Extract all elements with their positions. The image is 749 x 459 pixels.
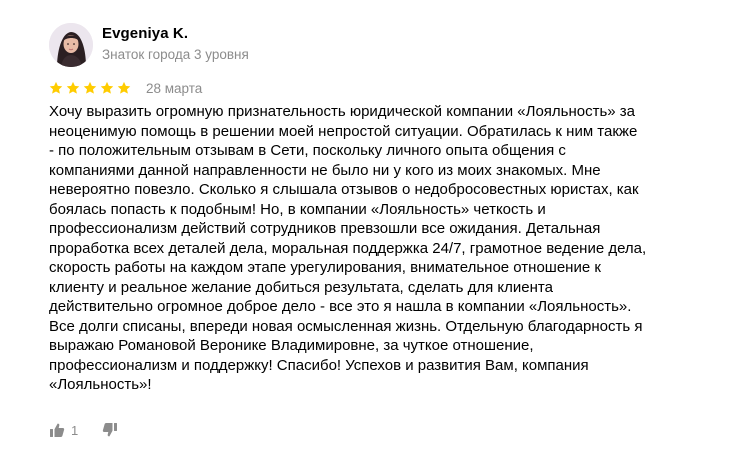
review-text-line: выражаю Романовой Веронике Владимировне,…	[49, 337, 534, 354]
like-count: 1	[71, 422, 79, 438]
review-text-line: действительно огромное доброе дело - все…	[49, 298, 632, 315]
review-text-line: Хочу выразить огромную признательность ю…	[49, 103, 636, 120]
review-text-line: «Лояльность»!	[49, 376, 152, 393]
review-text-line: скорость работы на каждом этапе урегулир…	[49, 259, 601, 276]
like-button[interactable]: 1	[49, 422, 78, 438]
review-text-line: - по положительным отзывам в Сети, поско…	[49, 142, 566, 159]
thumbs-down-icon	[102, 422, 118, 438]
thumbs-up-icon	[49, 422, 65, 438]
review-text-line: проработка всех деталей дела, моральная …	[49, 239, 647, 257]
star-icon	[117, 81, 131, 95]
dislike-button[interactable]	[102, 422, 118, 438]
review-text-line: клиенту и реальное желание добиться резу…	[49, 278, 553, 296]
review-text-line: профессионализм действий сотрудников пре…	[49, 220, 601, 237]
author-avatar[interactable]	[49, 23, 93, 67]
review-text-line: неоценимую помощь в решении моей непрост…	[49, 122, 638, 140]
review-text-line: боялась попасть к подобным! Но, в компан…	[49, 200, 546, 218]
review-actions: 1	[49, 422, 118, 438]
review-text-line: невероятно повезло. Сколько я слышала от…	[49, 181, 639, 198]
author-status: Знаток города 3 уровня	[102, 47, 249, 62]
review-text-line: профессионализм и поддержку! Спасибо! Ус…	[49, 356, 589, 374]
review-date: 28 марта	[146, 80, 203, 96]
rating-stars	[49, 81, 134, 95]
rating-row: 28 марта	[49, 80, 202, 96]
author-name[interactable]: Evgeniya K.	[102, 25, 188, 42]
review-text: Хочу выразить огромную признательность ю…	[49, 102, 699, 395]
star-icon	[49, 81, 63, 95]
star-icon	[100, 81, 114, 95]
review-text-line: компаниями данной направленности не было…	[49, 161, 601, 179]
star-icon	[66, 81, 80, 95]
review-text-line: Все долги списаны, впереди новая осмысле…	[49, 317, 643, 335]
star-icon	[83, 81, 97, 95]
review-card: Evgeniya K. Знаток города 3 уровня 28 ма…	[0, 0, 749, 459]
